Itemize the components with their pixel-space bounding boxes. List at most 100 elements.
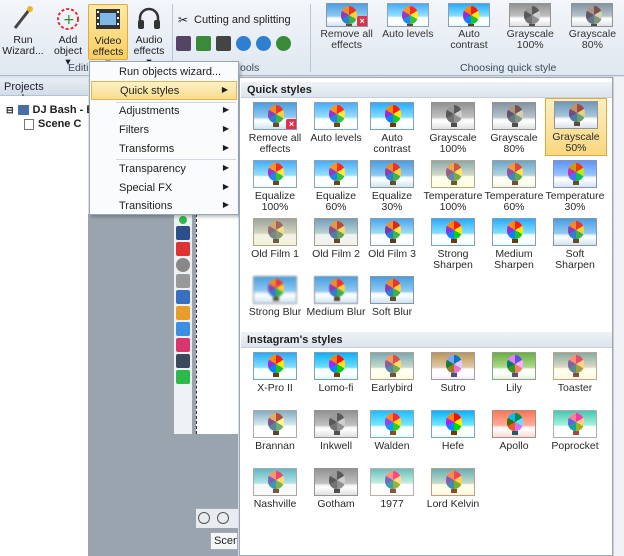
style-gotham[interactable]: Gotham [306, 466, 366, 524]
image-tool-icon[interactable] [176, 322, 190, 336]
style-old-film-3[interactable]: Old Film 3 [362, 216, 422, 274]
style-temperature-60[interactable]: Temperature 60% [484, 158, 544, 216]
balloon-thumbnail [314, 410, 358, 438]
menu-item-run-objects-wizard[interactable]: Run objects wizard... [91, 63, 237, 82]
collapse-icon[interactable]: ⊟ [6, 105, 14, 116]
style-lily[interactable]: Lily [484, 350, 544, 408]
balloon-thumbnail [370, 276, 414, 304]
style-remove-all-effects[interactable]: × Remove all effects [245, 100, 305, 158]
style-temperature-30[interactable]: Temperature 30% [545, 158, 605, 216]
speech-bubble-icon[interactable] [176, 258, 190, 272]
gallery-item-auto-contrast[interactable]: Auto contrast [438, 3, 499, 59]
gallery-item-auto-levels[interactable]: Auto levels [377, 3, 438, 59]
style-auto-contrast[interactable]: Auto contrast [362, 100, 422, 158]
menu-item-transparency[interactable]: Transparency ▶ [91, 160, 237, 179]
submenu-arrow-icon: ▶ [221, 85, 228, 94]
scene-canvas[interactable] [196, 214, 238, 434]
balloon-thumbnail [314, 276, 358, 304]
speed-tool-icon[interactable] [276, 36, 291, 51]
rotate-right-icon[interactable] [256, 36, 271, 51]
zoom-out-icon[interactable] [217, 512, 230, 524]
style-equalize-30[interactable]: Equalize 30% [362, 158, 422, 216]
style-grayscale-50[interactable]: Grayscale 50% [545, 98, 607, 156]
quick-styles-panel: Quick styles × Remove all effects Auto l… [239, 77, 613, 556]
vertical-scrollbar[interactable] [613, 77, 624, 556]
rotate-left-icon[interactable] [236, 36, 251, 51]
project-icon [17, 105, 29, 115]
style-strong-blur[interactable]: Strong Blur [245, 274, 305, 332]
style-grayscale-100[interactable]: Grayscale 100% [423, 100, 483, 158]
style-hefe[interactable]: Hefe [423, 408, 483, 466]
menu-item-quick-styles[interactable]: Quick styles ▶ [91, 81, 237, 100]
move-tool-icon[interactable] [176, 370, 190, 384]
balloon-thumbnail [253, 276, 297, 304]
chart-tool-icon[interactable] [176, 290, 190, 304]
style-1977[interactable]: 1977 [362, 466, 422, 524]
submenu-arrow-icon: ▶ [222, 105, 229, 114]
ribbon-separator [310, 4, 311, 72]
style-nashville[interactable]: Nashville [245, 466, 305, 524]
balloon-thumbnail [431, 468, 475, 496]
style-temperature-100[interactable]: Temperature 100% [423, 158, 483, 216]
style-old-film-2[interactable]: Old Film 2 [306, 216, 366, 274]
gallery-item-grayscale-80[interactable]: Grayscale 80% [561, 3, 624, 59]
tree-item-project[interactable]: ⊟ DJ Bash - B [6, 104, 94, 116]
text-tool-icon[interactable] [176, 226, 190, 240]
pen-tool-icon[interactable] [176, 274, 190, 288]
style-inkwell[interactable]: Inkwell [306, 408, 366, 466]
style-lomo-fi[interactable]: Lomo-fi [306, 350, 366, 408]
style-x-pro-ii[interactable]: X-Pro II [245, 350, 305, 408]
tools-row [176, 36, 291, 51]
add-object-button[interactable]: + Add object ▾ [50, 4, 86, 68]
style-soft-sharpen[interactable]: Soft Sharpen [545, 216, 605, 274]
balloon-thumbnail [448, 3, 490, 27]
menu-item-transforms[interactable]: Transforms ▶ [91, 140, 237, 159]
style-medium-blur[interactable]: Medium Blur [306, 274, 366, 332]
style-medium-sharpen[interactable]: Medium Sharpen [484, 216, 544, 274]
tree-item-scene[interactable]: Scene C [24, 118, 81, 130]
balloon-thumbnail: × [253, 102, 297, 130]
cutting-splitting-button[interactable]: Cutting and splitting [194, 14, 291, 26]
style-walden[interactable]: Walden [362, 408, 422, 466]
style-soft-blur[interactable]: Soft Blur [362, 274, 422, 332]
style-equalize-60[interactable]: Equalize 60% [306, 158, 366, 216]
balloon-thumbnail [314, 160, 358, 188]
style-earlybird[interactable]: Earlybird [362, 350, 422, 408]
animation-tool-icon[interactable] [176, 306, 190, 320]
style-toaster[interactable]: Toaster [545, 350, 605, 408]
balloon-thumbnail [571, 3, 614, 27]
style-brannan[interactable]: Brannan [245, 408, 305, 466]
style-equalize-100[interactable]: Equalize 100% [245, 158, 305, 216]
style-poprocket[interactable]: Poprocket [545, 408, 605, 466]
gallery-item-remove-all[interactable]: × Remove all effects [316, 3, 377, 59]
zoom-in-icon[interactable] [198, 512, 210, 524]
crop-tool-icon[interactable] [216, 36, 231, 51]
gallery-item-grayscale-100[interactable]: Grayscale 100% [500, 3, 561, 59]
group-label-quick-style: Choosing quick style [460, 62, 557, 74]
projects-explorer-header: Projects explorer [0, 78, 88, 105]
film-strip-icon[interactable] [176, 354, 190, 368]
music-tool-icon[interactable] [176, 338, 190, 352]
remove-icon: × [286, 119, 296, 129]
style-old-film-1[interactable]: Old Film 1 [245, 216, 305, 274]
audio-effects-button[interactable]: Audio effects ▾ [130, 4, 168, 68]
menu-item-special-fx[interactable]: Special FX ▶ [91, 179, 237, 198]
split-tool-icon[interactable] [176, 36, 191, 51]
style-strong-sharpen[interactable]: Strong Sharpen [423, 216, 483, 274]
style-apollo[interactable]: Apollo [484, 408, 544, 466]
scene-tab[interactable]: Scen [210, 532, 238, 550]
trim-tool-icon[interactable] [196, 36, 211, 51]
green-dot-icon[interactable] [179, 216, 187, 224]
video-effects-button[interactable]: Video effects ▾ [88, 4, 128, 69]
subtitle-tool-icon[interactable] [176, 242, 190, 256]
style-grayscale-80[interactable]: Grayscale 80% [484, 100, 544, 158]
style-lord-kelvin[interactable]: Lord Kelvin [423, 466, 483, 524]
group-label-editing: Editi [68, 62, 89, 74]
menu-item-filters[interactable]: Filters ▶ [91, 121, 237, 140]
menu-item-transitions[interactable]: Transitions ▶ [91, 197, 237, 216]
style-sutro[interactable]: Sutro [423, 350, 483, 408]
style-auto-levels[interactable]: Auto levels [306, 100, 366, 158]
run-wizard-button[interactable]: Run Wizard... [2, 4, 44, 57]
balloon-thumbnail [253, 410, 297, 438]
menu-item-adjustments[interactable]: Adjustments ▶ [91, 102, 237, 121]
